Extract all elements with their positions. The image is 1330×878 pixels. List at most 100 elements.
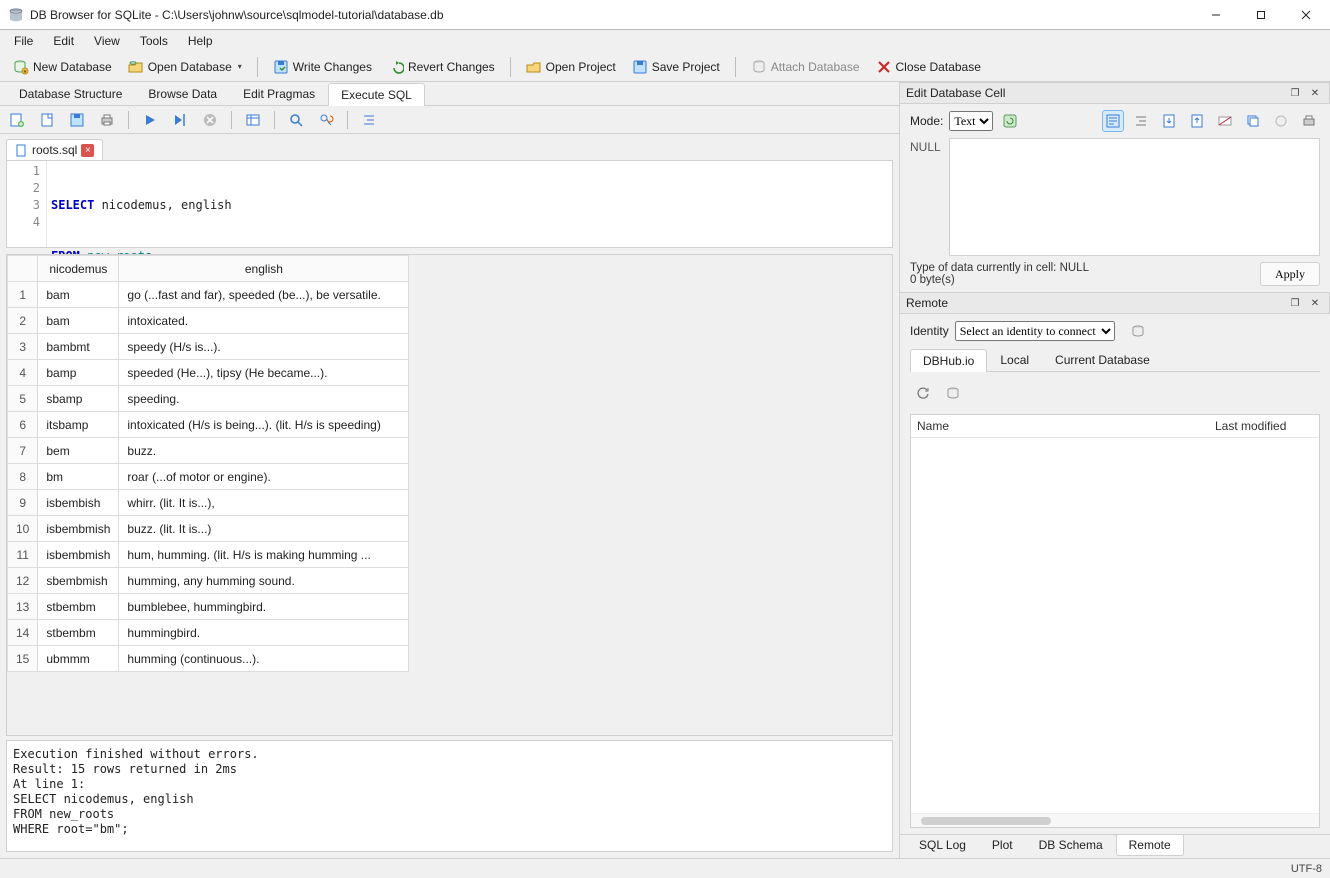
cell-nicodemus[interactable]: isbembmish bbox=[38, 542, 119, 568]
cell-nicodemus[interactable]: isbembmish bbox=[38, 516, 119, 542]
null-icon[interactable] bbox=[1214, 110, 1236, 132]
cell-nicodemus[interactable]: sbembmish bbox=[38, 568, 119, 594]
tab-browse-data[interactable]: Browse Data bbox=[135, 82, 230, 105]
col-header-english[interactable]: english bbox=[119, 256, 409, 282]
stop-icon[interactable] bbox=[199, 109, 221, 131]
close-file-tab-icon[interactable]: × bbox=[81, 144, 94, 157]
cell-english[interactable]: intoxicated (H/s is being...). (lit. H/s… bbox=[119, 412, 409, 438]
print-icon[interactable] bbox=[96, 109, 118, 131]
print-cell-icon[interactable] bbox=[1298, 110, 1320, 132]
remote-col-name[interactable]: Name bbox=[911, 415, 1209, 437]
bottom-tab-remote[interactable]: Remote bbox=[1116, 835, 1184, 856]
import-icon[interactable] bbox=[1158, 110, 1180, 132]
table-row[interactable]: 6itsbampintoxicated (H/s is being...). (… bbox=[8, 412, 409, 438]
undock-remote-icon[interactable]: ❐ bbox=[1287, 295, 1303, 311]
identity-settings-icon[interactable] bbox=[1127, 320, 1149, 342]
cell-nicodemus[interactable]: isbembish bbox=[38, 490, 119, 516]
table-row[interactable]: 9isbembishwhirr. (lit. It is...), bbox=[8, 490, 409, 516]
execution-log[interactable]: Execution finished without errors. Resul… bbox=[6, 740, 893, 852]
close-button[interactable] bbox=[1283, 0, 1328, 30]
cell-nicodemus[interactable]: stbembm bbox=[38, 620, 119, 646]
cell-english[interactable]: speeding. bbox=[119, 386, 409, 412]
bottom-tab-sql-log[interactable]: SQL Log bbox=[906, 835, 979, 856]
tab-execute-sql[interactable]: Execute SQL bbox=[328, 83, 425, 106]
remote-tab-current[interactable]: Current Database bbox=[1042, 348, 1163, 371]
mode-select[interactable]: Text bbox=[949, 111, 993, 131]
cell-nicodemus[interactable]: bam bbox=[38, 308, 119, 334]
export-icon[interactable] bbox=[1186, 110, 1208, 132]
cell-nicodemus[interactable]: bam bbox=[38, 282, 119, 308]
table-row[interactable]: 13stbembmbumblebee, hummingbird. bbox=[8, 594, 409, 620]
attach-database-button[interactable]: Attach Database bbox=[744, 55, 867, 79]
menu-edit[interactable]: Edit bbox=[43, 32, 84, 50]
cell-english[interactable]: buzz. (lit. It is...) bbox=[119, 516, 409, 542]
sql-editor[interactable]: 1234 SELECT nicodemus, english FROM new_… bbox=[6, 160, 893, 248]
remote-col-modified[interactable]: Last modified bbox=[1209, 415, 1319, 437]
table-row[interactable]: 2bamintoxicated. bbox=[8, 308, 409, 334]
close-remote-icon[interactable]: ✕ bbox=[1307, 295, 1323, 311]
remote-tab-dbhub[interactable]: DBHub.io bbox=[910, 349, 987, 372]
table-row[interactable]: 4bampspeeded (He...), tipsy (He became..… bbox=[8, 360, 409, 386]
menu-view[interactable]: View bbox=[84, 32, 130, 50]
close-dock-icon[interactable]: ✕ bbox=[1307, 85, 1323, 101]
table-row[interactable]: 15ubmmmhumming (continuous...). bbox=[8, 646, 409, 672]
open-sql-file-icon[interactable] bbox=[36, 109, 58, 131]
remote-refresh-icon[interactable] bbox=[912, 382, 934, 404]
table-row[interactable]: 8bmroar (...of motor or engine). bbox=[8, 464, 409, 490]
table-row[interactable]: 11isbembmishhum, humming. (lit. H/s is m… bbox=[8, 542, 409, 568]
table-row[interactable]: 3bambmtspeedy (H/s is...). bbox=[8, 334, 409, 360]
menu-tools[interactable]: Tools bbox=[130, 32, 178, 50]
clear-icon[interactable] bbox=[1270, 110, 1292, 132]
copy-icon[interactable] bbox=[1242, 110, 1264, 132]
save-results-icon[interactable] bbox=[242, 109, 264, 131]
cell-english[interactable]: intoxicated. bbox=[119, 308, 409, 334]
new-database-button[interactable]: ★ New Database bbox=[6, 55, 119, 79]
sql-code[interactable]: SELECT nicodemus, english FROM new_roots… bbox=[47, 161, 892, 247]
cell-english[interactable]: buzz. bbox=[119, 438, 409, 464]
cell-nicodemus[interactable]: itsbamp bbox=[38, 412, 119, 438]
cell-nicodemus[interactable]: bem bbox=[38, 438, 119, 464]
sql-file-tab[interactable]: roots.sql × bbox=[6, 139, 103, 160]
table-row[interactable]: 7bembuzz. bbox=[8, 438, 409, 464]
mode-refresh-icon[interactable] bbox=[999, 110, 1021, 132]
cell-english[interactable]: hummingbird. bbox=[119, 620, 409, 646]
close-database-button[interactable]: Close Database bbox=[869, 55, 988, 79]
cell-nicodemus[interactable]: bm bbox=[38, 464, 119, 490]
write-changes-button[interactable]: Write Changes bbox=[266, 55, 379, 79]
cell-english[interactable]: bumblebee, hummingbird. bbox=[119, 594, 409, 620]
apply-button[interactable]: Apply bbox=[1260, 262, 1320, 286]
tab-database-structure[interactable]: Database Structure bbox=[6, 82, 135, 105]
remote-push-icon[interactable] bbox=[942, 382, 964, 404]
table-row[interactable]: 14stbembmhummingbird. bbox=[8, 620, 409, 646]
bottom-tab-db-schema[interactable]: DB Schema bbox=[1026, 835, 1116, 856]
cell-editor[interactable] bbox=[949, 138, 1320, 256]
minimize-button[interactable] bbox=[1193, 0, 1238, 30]
cell-english[interactable]: humming (continuous...). bbox=[119, 646, 409, 672]
cell-english[interactable]: speeded (He...), tipsy (He became...). bbox=[119, 360, 409, 386]
open-database-button[interactable]: Open Database ▾ bbox=[121, 55, 249, 79]
cell-english[interactable]: roar (...of motor or engine). bbox=[119, 464, 409, 490]
cell-english[interactable]: hum, humming. (lit. H/s is making hummin… bbox=[119, 542, 409, 568]
tab-edit-pragmas[interactable]: Edit Pragmas bbox=[230, 82, 328, 105]
cell-nicodemus[interactable]: sbamp bbox=[38, 386, 119, 412]
save-project-button[interactable]: Save Project bbox=[625, 55, 727, 79]
find-icon[interactable] bbox=[285, 109, 307, 131]
cell-nicodemus[interactable]: stbembm bbox=[38, 594, 119, 620]
save-sql-icon[interactable] bbox=[66, 109, 88, 131]
find-replace-icon[interactable] bbox=[315, 109, 337, 131]
undock-icon[interactable]: ❐ bbox=[1287, 85, 1303, 101]
revert-changes-button[interactable]: Revert Changes bbox=[381, 55, 502, 79]
open-project-button[interactable]: Open Project bbox=[519, 55, 623, 79]
menu-help[interactable]: Help bbox=[178, 32, 223, 50]
remote-scrollbar[interactable] bbox=[911, 813, 1319, 827]
bottom-tab-plot[interactable]: Plot bbox=[979, 835, 1026, 856]
remote-tab-local[interactable]: Local bbox=[987, 348, 1042, 371]
execute-line-icon[interactable] bbox=[169, 109, 191, 131]
execute-icon[interactable] bbox=[139, 109, 161, 131]
table-row[interactable]: 10isbembmishbuzz. (lit. It is...) bbox=[8, 516, 409, 542]
new-sql-tab-icon[interactable] bbox=[6, 109, 28, 131]
table-row[interactable]: 1bamgo (...fast and far), speeded (be...… bbox=[8, 282, 409, 308]
indent-icon[interactable] bbox=[358, 109, 380, 131]
identity-select[interactable]: Select an identity to connect bbox=[955, 321, 1115, 341]
results-grid[interactable]: nicodemus english 1bamgo (...fast and fa… bbox=[6, 254, 893, 736]
